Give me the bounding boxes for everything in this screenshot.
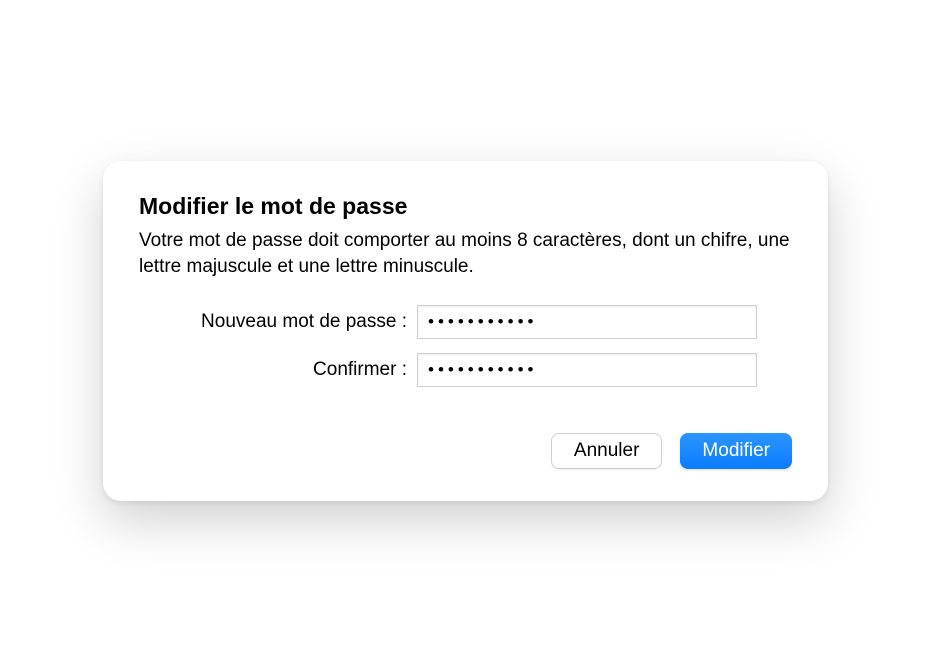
- confirm-password-input[interactable]: [417, 353, 757, 387]
- new-password-label: Nouveau mot de passe :: [139, 311, 417, 333]
- new-password-row: Nouveau mot de passe :: [139, 305, 792, 339]
- new-password-input[interactable]: [417, 305, 757, 339]
- confirm-password-row: Confirmer :: [139, 353, 792, 387]
- cancel-button[interactable]: Annuler: [551, 433, 663, 469]
- submit-button[interactable]: Modifier: [680, 433, 792, 469]
- confirm-password-label: Confirmer :: [139, 359, 417, 381]
- dialog-description: Votre mot de passe doit comporter au moi…: [139, 228, 792, 279]
- dialog-button-row: Annuler Modifier: [139, 433, 792, 469]
- dialog-title: Modifier le mot de passe: [139, 193, 792, 220]
- change-password-dialog: Modifier le mot de passe Votre mot de pa…: [103, 161, 828, 501]
